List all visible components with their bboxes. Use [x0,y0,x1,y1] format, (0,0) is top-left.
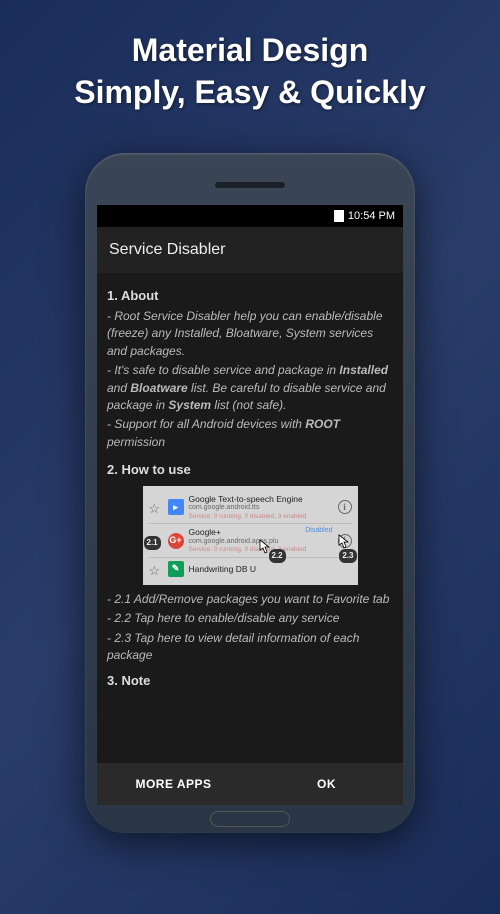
section-about-title: 1. About [107,287,393,306]
gplus-app-icon: G+ [168,533,184,549]
promo-title: Material Design Simply, Easy & Quickly [74,30,426,113]
ok-button[interactable]: OK [250,763,403,805]
app-status-1: Service: 0 running, 0 disabled, 3 enable… [189,546,333,554]
status-time: 10:54 PM [348,210,395,222]
app-title: Service Disabler [109,241,225,258]
star-icon: ☆ [149,562,163,576]
howto-row-3: ☆ ✎ Handwriting DB U [149,558,352,580]
about-p2: - It's safe to disable service and packa… [107,362,393,414]
info-icon: i [338,500,352,514]
app-status-0: Service: 0 running, 0 disabled, 3 enable… [189,513,333,521]
promo-line1: Material Design [74,30,426,72]
phone-screen: 10:54 PM Service Disabler 1. About - Roo… [97,205,403,805]
howto-row-1: ☆ ▸ Google Text-to-speech Engine com.goo… [149,491,352,524]
about-p3: - Support for all Android devices with R… [107,416,393,451]
badge-21: 2.1 [144,536,161,550]
bottom-button-bar: MORE APPS OK [97,763,403,805]
content-area[interactable]: 1. About - Root Service Disabler help yo… [97,273,403,763]
disabled-label: Disabled [305,527,332,537]
tts-app-icon: ▸ [168,499,184,515]
phone-bottom [97,805,403,833]
handwriting-app-icon: ✎ [168,561,184,577]
app-name-0: Google Text-to-speech Engine [189,494,333,504]
battery-icon [334,210,344,222]
app-pkg-0: com.google.android.tts [189,504,333,512]
section-howto-title: 2. How to use [107,461,393,480]
app-bar: Service Disabler [97,227,403,273]
promo-line2: Simply, Easy & Quickly [74,72,426,114]
app-pkg-1: com.google.android.apps.plu [189,538,333,546]
section-note-title: 3. Note [107,672,393,691]
howto-row-2: ☆ G+ Google+ Disabled com.google.android… [149,524,352,557]
about-p1: - Root Service Disabler help you can ena… [107,308,393,360]
howto-step1: - 2.1 Add/Remove packages you want to Fa… [107,591,393,608]
status-bar: 10:54 PM [97,205,403,227]
info-icon: i [338,534,352,548]
home-button-icon [210,811,290,827]
more-apps-button[interactable]: MORE APPS [97,763,250,805]
phone-frame: 10:54 PM Service Disabler 1. About - Roo… [85,153,415,833]
phone-speaker-area [97,165,403,205]
howto-step3: - 2.3 Tap here to view detail informatio… [107,630,393,665]
app-name-2: Handwriting DB U [189,564,352,574]
app-name-1: Google+ [189,527,221,537]
star-icon: ☆ [149,500,163,514]
speaker-icon [215,182,285,188]
howto-illustration: ☆ ▸ Google Text-to-speech Engine com.goo… [143,486,358,585]
howto-step2: - 2.2 Tap here to enable/disable any ser… [107,610,393,627]
